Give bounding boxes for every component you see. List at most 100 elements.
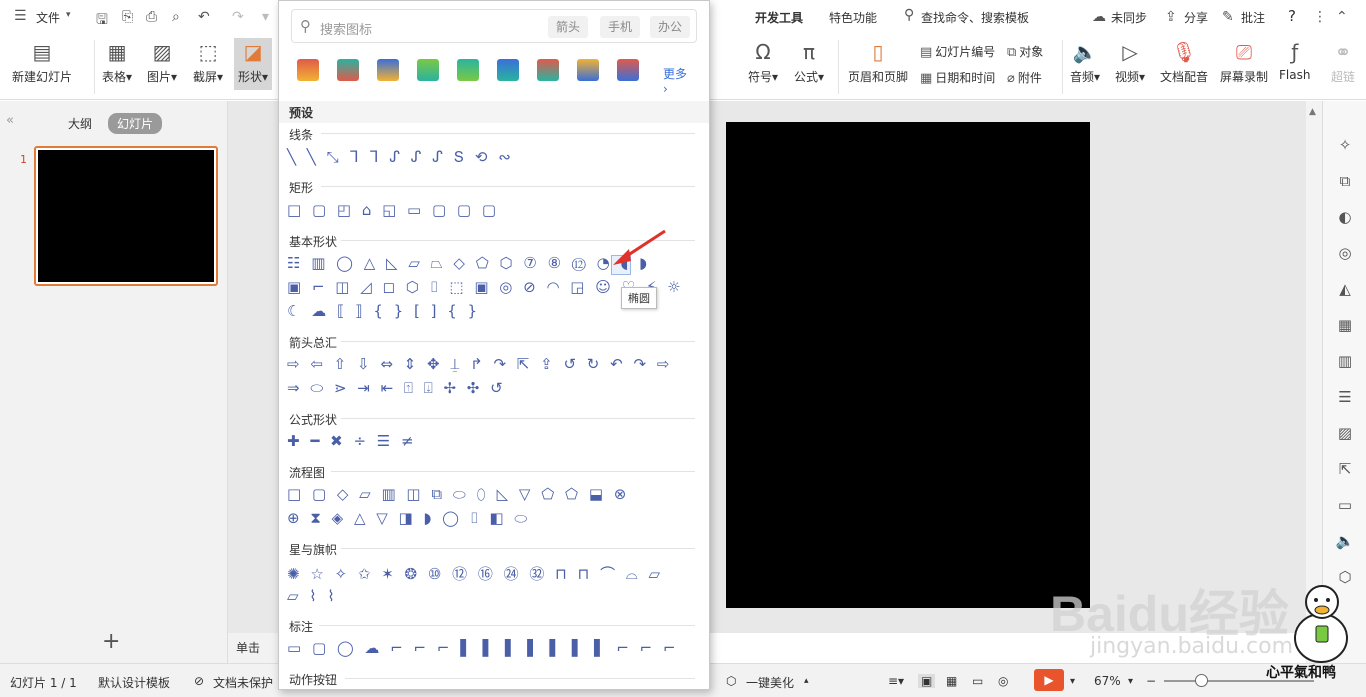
animation-icon[interactable]: ✧ <box>1335 135 1355 155</box>
protect-status[interactable]: 文档未保护 <box>213 674 273 691</box>
shape-format-icon[interactable]: ◐ <box>1335 207 1355 227</box>
hamburger-icon[interactable]: ☰ <box>14 8 27 24</box>
stars-row-2[interactable]: ▱ ⌇ ⌇ <box>287 587 338 607</box>
arrows-row-2[interactable]: ⇒ ⬭ ⋗ ⇥ ⇤ ⍐ ⍗ ✢ ✣ ↺ <box>287 379 506 399</box>
menu-dev-tools[interactable]: 开发工具 <box>755 9 803 26</box>
tag-phone[interactable]: 手机 <box>600 16 641 38</box>
search-command[interactable]: 查找命令、搜索模板 <box>921 9 1029 26</box>
basic-row-1[interactable]: ☷ ▥ ◯ △ ◺ ▱ ⏢ ◇ ⬠ ⬡ ⑦ ⑧ ⑫ ◔ ◖ ◗ <box>287 254 650 274</box>
hyperlink-button[interactable]: ⚭ 超链 <box>1330 40 1356 85</box>
tools-icon[interactable] <box>377 59 399 81</box>
symbol-button[interactable]: Ω 符号▾ <box>748 40 778 85</box>
presentation-icon[interactable] <box>497 59 519 81</box>
sync-status[interactable]: 未同步 <box>1111 9 1147 26</box>
object-button[interactable]: ⧉ 对象 <box>1007 43 1043 60</box>
audio-side-icon[interactable]: 🔈 <box>1335 531 1355 551</box>
menu-special[interactable]: 特色功能 <box>829 9 877 26</box>
flowchart-row-2[interactable]: ⊕ ⧗ ◈ △ ▽ ◨ ◗ ◯ ⌷ ◧ ⬭ <box>287 509 530 529</box>
screenshot-button[interactable]: ⬚ 截屏▾ <box>193 40 223 85</box>
fill-icon[interactable]: ◭ <box>1335 279 1355 299</box>
location-icon[interactable]: ◎ <box>1335 243 1355 263</box>
date-time-button[interactable]: ▦ 日期和时间 <box>920 69 995 86</box>
export-icon[interactable]: ⎘ <box>122 9 133 25</box>
collapse-ribbon-icon[interactable]: ⌃ <box>1336 9 1348 25</box>
tab-outline[interactable]: 大纲 <box>68 115 92 132</box>
doc-dubbing-button[interactable]: 🎙 文档配音 <box>1160 40 1208 85</box>
picture-button[interactable]: ▨ 图片▾ <box>147 40 177 85</box>
zoom-dropdown-icon[interactable]: ▾ <box>1128 676 1133 687</box>
help-button[interactable]: ? <box>1288 7 1296 25</box>
settings-sliders-icon[interactable]: ☰ <box>1335 387 1355 407</box>
flash-button[interactable]: ƒ Flash <box>1279 40 1310 82</box>
print-preview-icon[interactable]: ⌕ <box>172 9 180 25</box>
beautify-button[interactable]: 一键美化 <box>746 674 794 691</box>
formula-row[interactable]: ✚ ━ ✖ ÷ ☰ ≠ <box>287 432 417 452</box>
slide-number-button[interactable]: ▤ 幻灯片编号 <box>920 43 995 60</box>
chevron-down-icon[interactable]: ▾ <box>66 10 71 20</box>
shape-button[interactable]: ◪ 形状▾ <box>234 38 273 90</box>
team-icon[interactable] <box>537 59 559 81</box>
slide[interactable] <box>726 122 1090 608</box>
share-out-icon[interactable]: ⇱ <box>1335 459 1355 479</box>
attachment-button[interactable]: ⌀ 附件 <box>1007 69 1042 86</box>
play-button[interactable]: ▶ <box>1034 669 1064 691</box>
lines-row[interactable]: ╲ ╲ ⤡ ᒣ ᒣ ᔑ ᔑ ᔑ Տ ⟲ ∾ <box>287 148 514 168</box>
icon-search-box[interactable]: ⚲ 搜索图标 箭头 手机 办公 <box>291 9 697 43</box>
grid-icon[interactable]: ▦ <box>1335 315 1355 335</box>
presenter-icon[interactable]: ◎ <box>998 674 1008 688</box>
slide-thumbnail[interactable] <box>34 146 218 286</box>
archive-icon[interactable]: ▭ <box>1335 495 1355 515</box>
collapse-panel-icon[interactable]: « <box>6 113 14 128</box>
tab-slides[interactable]: 幻灯片 <box>108 113 163 134</box>
play-options-icon[interactable]: ▾ <box>1070 676 1075 687</box>
comment-button[interactable]: 批注 <box>1241 9 1265 26</box>
tag-arrow[interactable]: 箭头 <box>548 16 589 38</box>
save-icon[interactable]: 🖫 <box>96 9 108 33</box>
share-button[interactable]: 分享 <box>1184 9 1208 26</box>
stamp-icon[interactable] <box>297 59 319 81</box>
menu-file[interactable]: 文件 <box>36 9 60 26</box>
normal-view-icon[interactable]: ▣ <box>918 674 936 688</box>
zoom-out-icon[interactable]: − <box>1146 674 1156 688</box>
transition-icon[interactable]: ⧉ <box>1335 171 1355 191</box>
search-input[interactable]: 搜索图标 <box>320 19 372 38</box>
table-button[interactable]: ▦ 表格▾ <box>102 40 132 85</box>
redo-icon[interactable]: ↷ <box>232 9 244 25</box>
more-quick-icon[interactable]: ▾ <box>262 9 269 25</box>
image-icon[interactable]: ▨ <box>1335 423 1355 443</box>
scroll-up-icon[interactable]: ▲ <box>1309 107 1316 117</box>
chart-icon[interactable]: ▥ <box>1335 351 1355 371</box>
undo-icon[interactable]: ↶ <box>198 9 210 25</box>
rect-row[interactable]: □ ▢ ◰ ⌂ ◱ ▭ ▢ ▢ ▢ <box>287 201 499 221</box>
more-icons-link[interactable]: 更多 › <box>663 65 691 96</box>
notes-area[interactable]: 单击 <box>228 633 278 663</box>
sorter-view-icon[interactable]: ▦ <box>946 674 957 688</box>
category-basic: 基本形状 <box>289 235 338 249</box>
basic-row-3[interactable]: ☾ ☁ ⟦ ⟧ { } [ ] { } <box>287 302 480 322</box>
new-slide-button[interactable]: ▤ 新建幻灯片 <box>12 40 72 85</box>
chevron-up-icon[interactable]: ▴ <box>804 676 809 686</box>
design-template[interactable]: 默认设计模板 <box>98 674 170 691</box>
notes-toggle-icon[interactable]: ≡▾ <box>888 674 904 688</box>
flowchart-row-1[interactable]: □ ▢ ◇ ▱ ▥ ◫ ⧉ ⬭ ⬯ ◺ ▽ ⬠ ⬠ ⬓ ⊗ <box>287 485 629 505</box>
callouts-row[interactable]: ▭ ▢ ◯ ☁ ⌐ ⌐ ⌐ ▌ ▌ ▌ ▌ ▌ ▌ ▌ ⌐ ⌐ ⌐ <box>287 639 679 659</box>
formula-button[interactable]: π 公式▾ <box>794 40 824 85</box>
add-slide-icon[interactable]: + <box>102 629 120 654</box>
network-icon[interactable] <box>457 59 479 81</box>
audio-button[interactable]: 🔈 音频▾ <box>1070 40 1100 85</box>
video-button[interactable]: ▷ 视频▾ <box>1115 40 1145 85</box>
screen-record-button[interactable]: ⎚ 屏幕录制 <box>1220 40 1268 85</box>
zoom-slider-handle[interactable] <box>1195 674 1208 687</box>
zoom-level[interactable]: 67% <box>1094 674 1121 688</box>
lock-icon[interactable] <box>417 59 439 81</box>
more-icon[interactable]: ⋮ <box>1313 9 1327 25</box>
building-icon[interactable] <box>337 59 359 81</box>
box-icon[interactable] <box>617 59 639 81</box>
print-icon[interactable]: ⎙ <box>146 9 157 25</box>
lab-icon[interactable] <box>577 59 599 81</box>
header-footer-button[interactable]: ▯ 页眉和页脚 <box>848 40 908 85</box>
tag-office[interactable]: 办公 <box>650 16 691 38</box>
stars-row-1[interactable]: ✺ ☆ ✧ ✩ ✶ ❂ ⑩ ⑫ ⑯ ㉔ ㉜ ⊓ ⊓ ⌒ ⌓ ▱ <box>287 563 663 583</box>
arrows-row-1[interactable]: ⇨ ⇦ ⇧ ⇩ ⇔ ⇕ ✥ ⍊ ↱ ↷ ⇱ ⇪ ↺ ↻ ↶ ↷ ⇨ <box>287 355 672 375</box>
reading-view-icon[interactable]: ▭ <box>972 674 983 688</box>
